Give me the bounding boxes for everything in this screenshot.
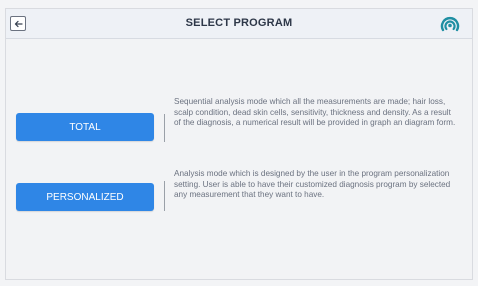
page-title: SELECT PROGRAM — [185, 17, 293, 29]
vertical-divider — [164, 181, 165, 211]
total-program-button[interactable]: TOTAL — [16, 113, 154, 141]
personalized-program-button[interactable]: PERSONALIZED — [16, 183, 154, 211]
personalized-program-description: Analysis mode which is designed by the u… — [174, 169, 451, 200]
select-program-screen: SELECT PROGRAM TOTAL Sequential analysis… — [5, 8, 473, 280]
brand-logo-icon — [440, 17, 460, 32]
total-program-description: Sequential analysis mode which all the m… — [174, 97, 456, 128]
header-bar: SELECT PROGRAM — [6, 9, 472, 39]
vertical-divider — [164, 114, 165, 142]
